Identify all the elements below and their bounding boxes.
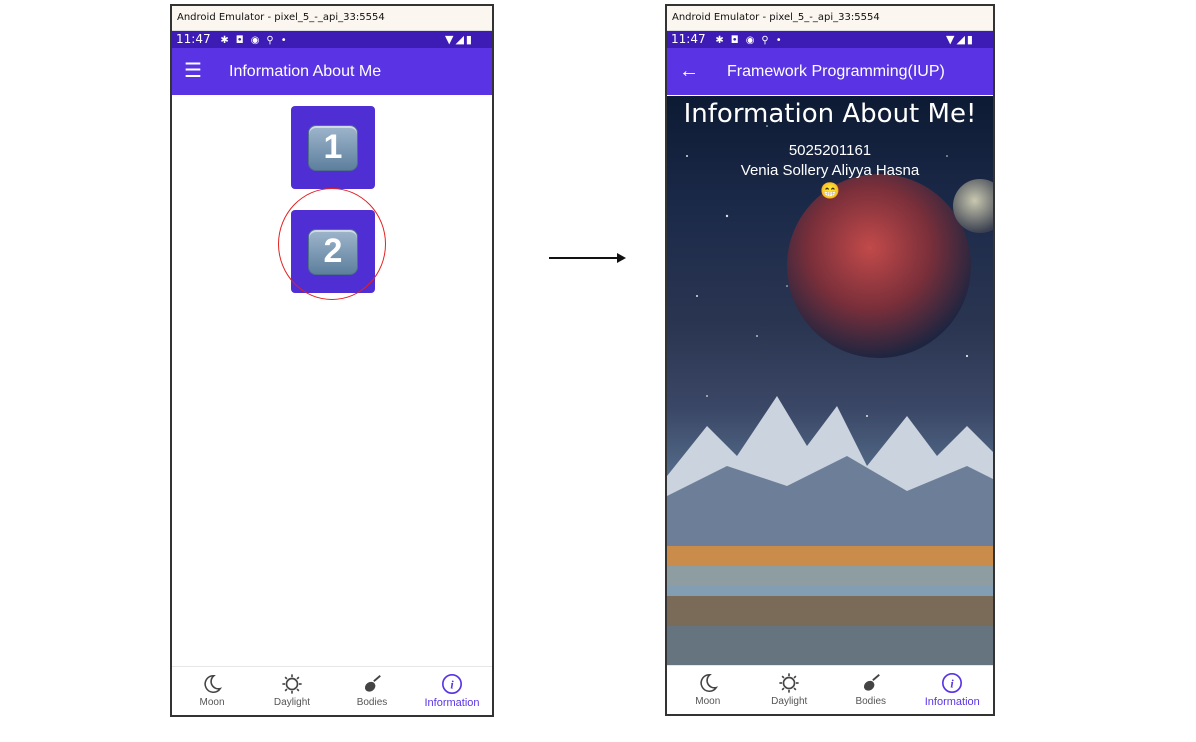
menu-icon[interactable]: ☰ [184, 48, 202, 95]
status-time: 11:47 [176, 32, 211, 46]
nav-item-moon[interactable]: Moon [172, 667, 252, 715]
bodies-icon [863, 674, 880, 691]
moon-icon [204, 674, 223, 693]
nav-label: Information [924, 696, 980, 708]
emulator-window-left: Android Emulator - pixel_5_-_api_33:5554… [170, 4, 494, 717]
student-name: Venia Sollery Aliyya Hasna [740, 162, 920, 179]
svg-text:i: i [951, 677, 955, 691]
nav-item-moon[interactable]: Moon [667, 666, 749, 714]
status-bar: 11:47 ✱◘◉⚲• ▼◢▮ [667, 31, 993, 48]
nav-item-information[interactable]: i Information [912, 666, 994, 714]
status-icons: ✱◘◉⚲• [715, 35, 789, 46]
window-title: Android Emulator - pixel_5_-_api_33:5554 [667, 6, 993, 31]
daylight-icon [282, 674, 302, 694]
daylight-icon [779, 673, 799, 693]
highlight-circle [278, 188, 386, 300]
bottom-nav: Moon Daylight Bodies i Information [172, 666, 492, 715]
info-icon: i [942, 673, 963, 693]
battery-icon: ▼◢▮ [445, 33, 474, 46]
battery-icon: ▼◢▮ [946, 33, 975, 46]
app-bar: ← Framework Programming(IUP) [667, 48, 993, 95]
nav-label: Moon [695, 696, 721, 707]
status-icons: ✱◘◉⚲• [220, 35, 294, 46]
emulator-window-right: Android Emulator - pixel_5_-_api_33:5554… [665, 4, 995, 716]
info-icon: i [442, 674, 462, 694]
keycap-1-icon: 1 [308, 124, 358, 171]
svg-text:i: i [450, 678, 454, 692]
student-id: 5025201161 [788, 142, 872, 159]
info-heading: Information About Me! [683, 99, 977, 129]
page-title: Framework Programming(IUP) [727, 63, 945, 80]
window-title: Android Emulator - pixel_5_-_api_33:5554 [172, 6, 492, 31]
nav-item-information[interactable]: i Information [412, 667, 492, 715]
bodies-icon [364, 675, 381, 692]
status-bar: 11:47 ✱◘◉⚲• ▼◢▮ [172, 31, 492, 48]
nav-label: Information [424, 697, 480, 709]
back-arrow-icon[interactable]: ← [679, 48, 699, 95]
page-title: Information About Me [229, 63, 382, 80]
bottom-nav: Moon Daylight Bodies i Information [667, 665, 993, 714]
transition-arrow-head [617, 253, 626, 263]
nav-item-bodies[interactable]: Bodies [332, 667, 412, 715]
grin-emoji: 😁 [820, 183, 840, 200]
app-bar: ☰ Information About Me [172, 48, 492, 95]
nav-item-bodies[interactable]: Bodies [830, 666, 912, 714]
nav-label: Daylight [273, 697, 311, 708]
transition-arrow [549, 257, 619, 259]
button-one[interactable]: 1 [291, 106, 375, 189]
nav-label: Bodies [356, 697, 388, 708]
nav-label: Bodies [855, 696, 887, 707]
moon-icon [700, 673, 718, 692]
space-background: Information About Me! 5025201161 Venia S… [667, 96, 993, 666]
nav-item-daylight[interactable]: Daylight [252, 667, 332, 715]
nav-item-daylight[interactable]: Daylight [749, 666, 831, 714]
status-time: 11:47 [671, 32, 706, 46]
nav-label: Moon [199, 697, 225, 708]
nav-label: Daylight [771, 696, 808, 707]
